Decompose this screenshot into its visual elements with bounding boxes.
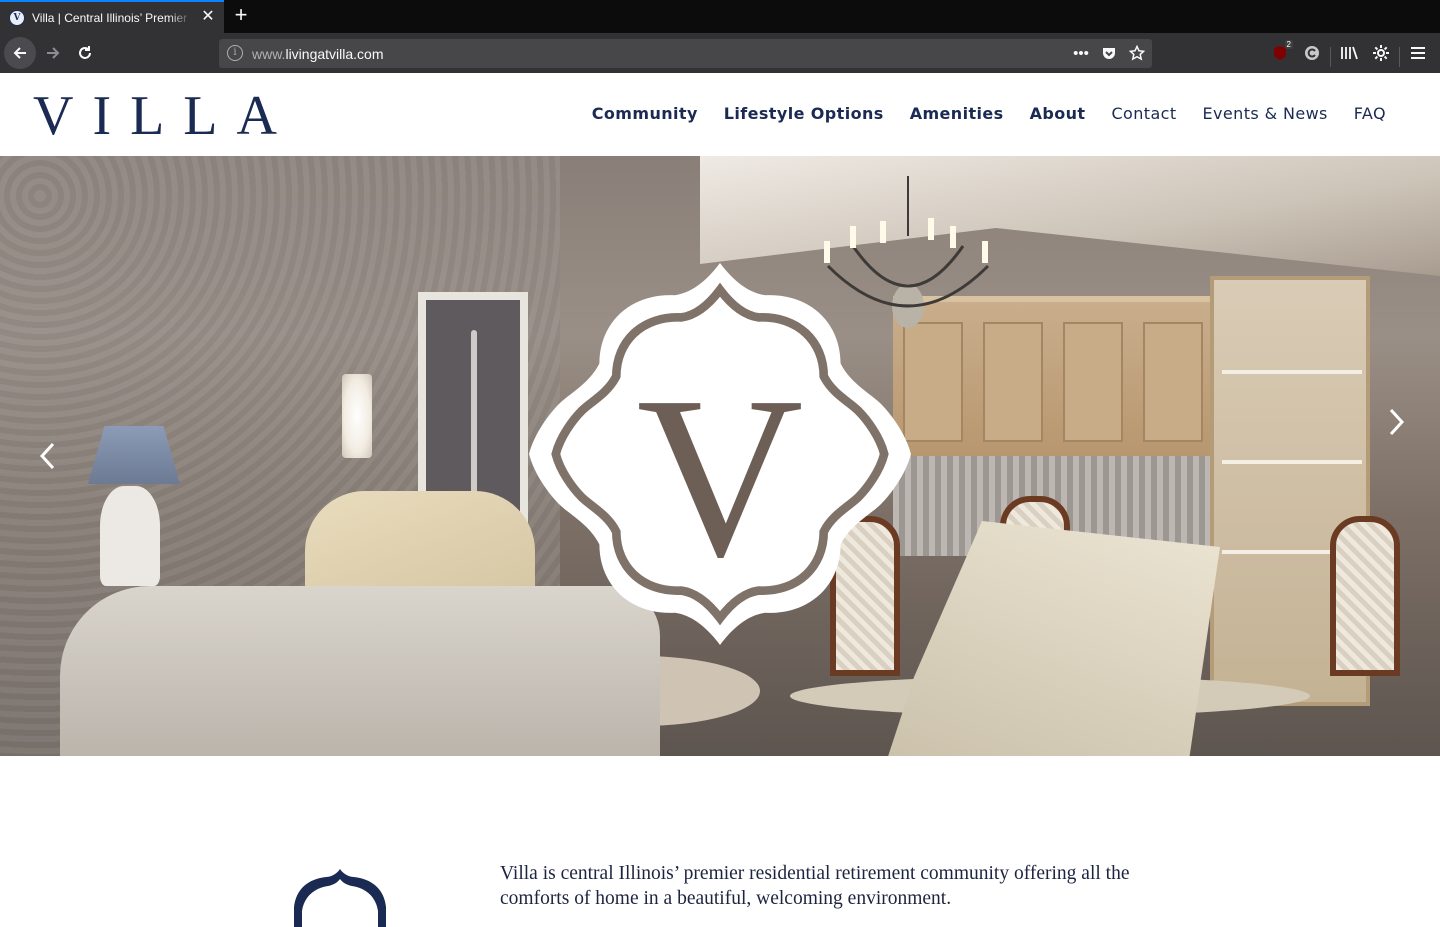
nav-contact[interactable]: Contact <box>1111 104 1176 123</box>
url-bar[interactable]: i www.livingatvilla.com ••• <box>219 39 1152 68</box>
ublock-extension-icon[interactable]: 2 <box>1266 37 1294 69</box>
browser-toolbar: i www.livingatvilla.com ••• 2 <box>0 33 1440 73</box>
library-icon[interactable] <box>1335 37 1363 69</box>
slider-prev-arrow-icon[interactable] <box>32 436 62 476</box>
hero-photo-dining-chair <box>1330 516 1400 676</box>
intro-section: Villa is central Illinois’ premier resid… <box>0 756 1440 927</box>
site-favicon-icon: V <box>9 9 25 26</box>
extension-badge: 2 <box>1284 40 1293 49</box>
site-header: VILLA Community Lifestyle Options Amenit… <box>0 73 1440 156</box>
grammarly-extension-icon[interactable] <box>1298 37 1326 69</box>
toolbar-separator <box>1399 47 1400 67</box>
browser-tab-bar: V Villa | Central Illinois’ Premier Resi… <box>0 0 1440 33</box>
url-text[interactable]: www.livingatvilla.com <box>252 46 384 62</box>
info-icon[interactable]: i <box>227 45 243 61</box>
hamburger-menu-icon[interactable] <box>1404 37 1432 69</box>
toolbar-separator <box>1330 47 1331 67</box>
hero-photo-sconce <box>342 374 372 458</box>
close-tab-icon[interactable]: ✕ <box>200 9 216 25</box>
nav-about[interactable]: About <box>1030 104 1086 123</box>
reload-icon[interactable] <box>69 37 101 69</box>
villa-emblem-small-icon <box>294 869 386 927</box>
nav-events-news[interactable]: Events & News <box>1203 104 1328 123</box>
hero-slider: V <box>0 156 1440 756</box>
hero-photo-wingback-chair <box>880 521 1220 756</box>
slider-next-arrow-icon[interactable] <box>1382 402 1412 442</box>
main-nav: Community Lifestyle Options Amenities Ab… <box>592 104 1386 123</box>
nav-lifestyle-options[interactable]: Lifestyle Options <box>724 104 884 123</box>
villa-emblem-logo: V <box>529 263 911 645</box>
bookmark-star-icon[interactable] <box>1128 43 1146 63</box>
svg-text:V: V <box>637 349 804 605</box>
intro-paragraph: Villa is central Illinois’ premier resid… <box>500 863 1130 909</box>
new-tab-icon[interactable]: + <box>230 4 252 28</box>
forward-arrow-icon[interactable] <box>37 37 69 69</box>
more-dots-icon[interactable]: ••• <box>1072 43 1090 63</box>
browser-tab-active[interactable]: V Villa | Central Illinois’ Premier Resi… <box>0 0 224 33</box>
pocket-icon[interactable] <box>1100 43 1118 63</box>
villa-logo[interactable]: VILLA <box>33 88 296 144</box>
nav-faq[interactable]: FAQ <box>1354 104 1386 123</box>
nav-amenities[interactable]: Amenities <box>910 104 1004 123</box>
tab-title: Villa | Central Illinois’ Premier Reside… <box>32 10 192 25</box>
gear-icon[interactable] <box>1367 37 1395 69</box>
nav-community[interactable]: Community <box>592 104 698 123</box>
back-arrow-icon[interactable] <box>4 37 36 69</box>
